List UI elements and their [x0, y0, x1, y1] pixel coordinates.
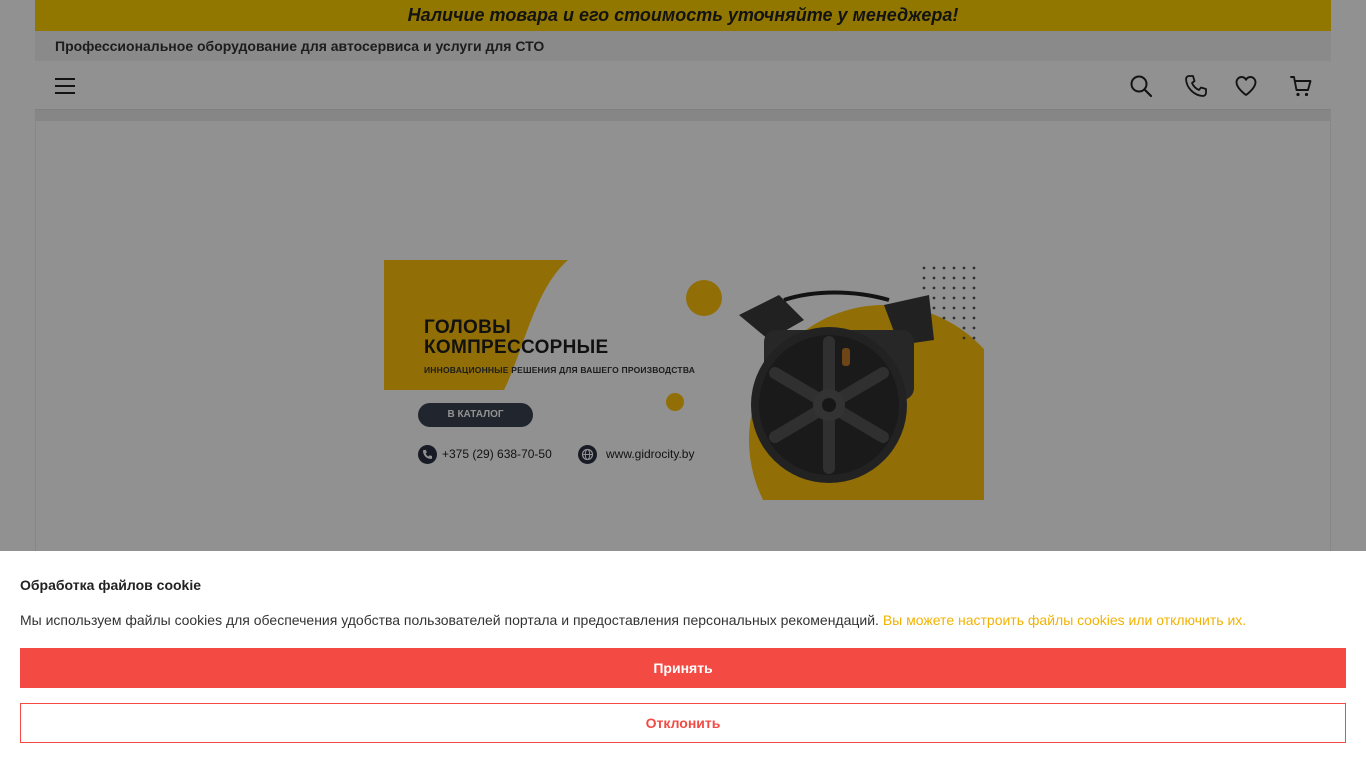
- modal-overlay[interactable]: [0, 0, 1366, 551]
- cookie-description: Мы используем файлы cookies для обеспече…: [20, 612, 879, 628]
- cookie-title: Обработка файлов cookie: [20, 577, 202, 593]
- accept-button[interactable]: Принять: [20, 648, 1346, 688]
- cookie-settings-link[interactable]: Вы можете настроить файлы cookies или от…: [883, 612, 1246, 628]
- cookie-text: Мы используем файлы cookies для обеспече…: [20, 612, 1246, 628]
- page: Наличие товара и его стоимость уточняйте…: [0, 0, 1366, 768]
- cookie-consent-panel: Обработка файлов cookie Мы используем фа…: [0, 551, 1366, 768]
- decline-button[interactable]: Отклонить: [20, 703, 1346, 743]
